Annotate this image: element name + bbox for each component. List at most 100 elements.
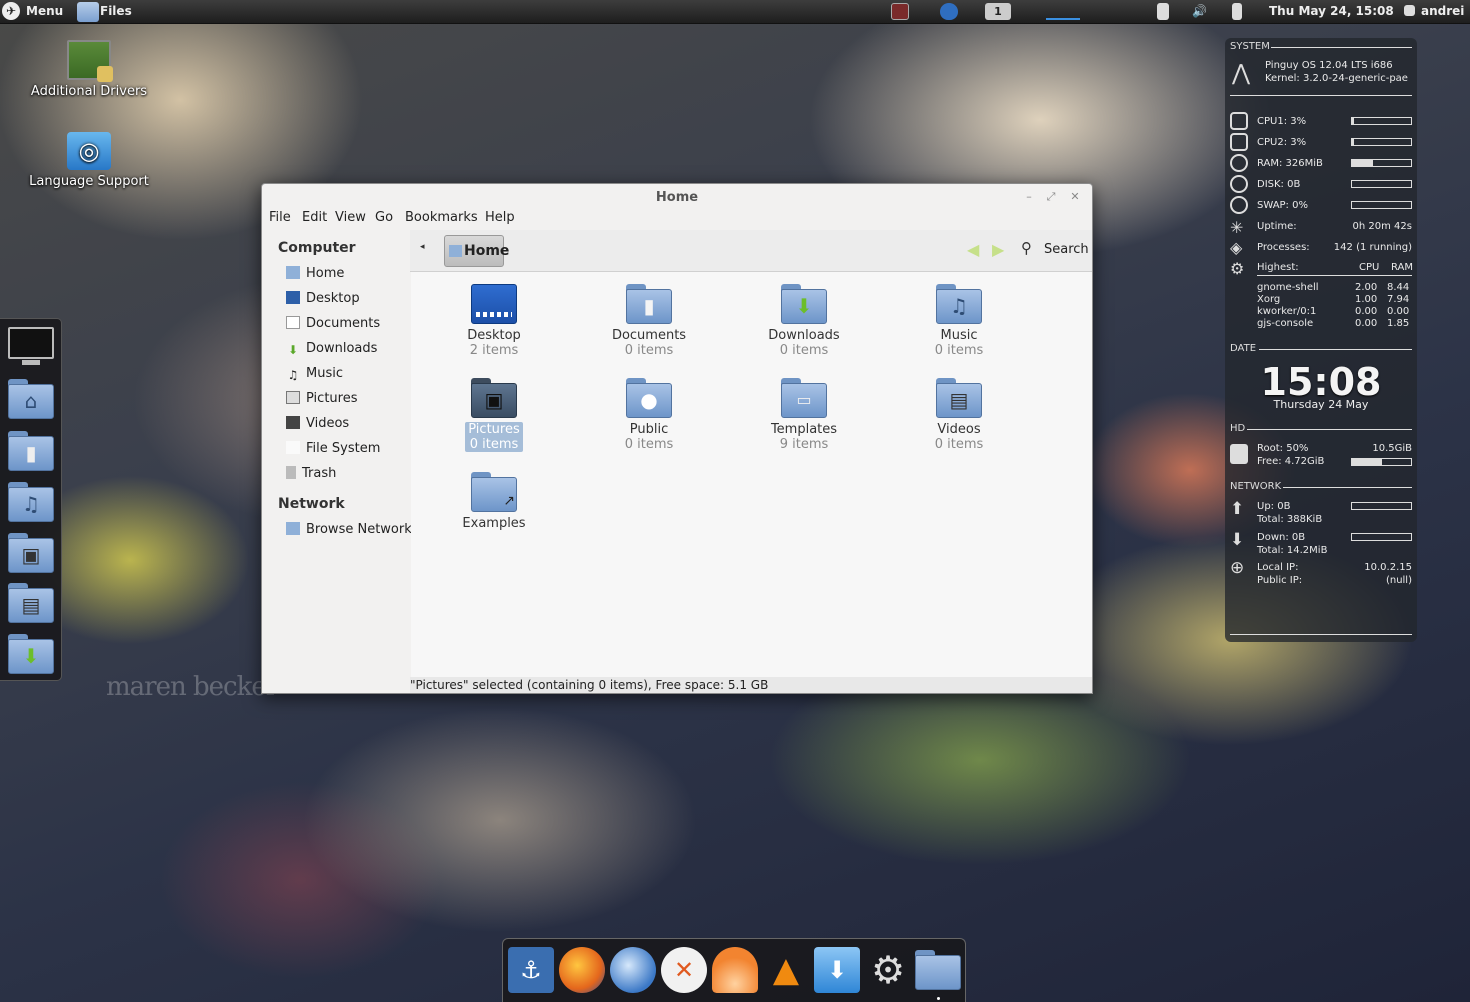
- file-name: Documents: [611, 328, 687, 343]
- back-arrow-icon[interactable]: ◀: [967, 240, 979, 259]
- settings-gear-icon[interactable]: ⚙: [865, 947, 911, 993]
- disk-icon: [1230, 175, 1248, 193]
- conky-uptime-label: Uptime:: [1257, 221, 1297, 232]
- file-item-downloads[interactable]: ⬇ Downloads 0 items: [744, 284, 864, 358]
- thunderbird-icon[interactable]: [610, 947, 656, 993]
- screen-recorder-icon[interactable]: [891, 3, 909, 20]
- driver-board-icon: [67, 40, 113, 82]
- proc-ram: 0.00: [1387, 306, 1410, 317]
- chat-icon[interactable]: ✕: [661, 947, 707, 993]
- path-left-arrow-icon[interactable]: ◂: [420, 242, 425, 252]
- active-app-label[interactable]: Files: [100, 0, 132, 24]
- proc-name: Xorg: [1257, 294, 1281, 305]
- sidebar-item-browse-network[interactable]: Browse Network: [286, 520, 412, 540]
- sidebar-item-documents[interactable]: Documents: [286, 314, 380, 334]
- anchor-icon[interactable]: ⚓: [508, 947, 554, 993]
- home-folder-icon[interactable]: ⌂: [8, 379, 54, 419]
- volume-icon[interactable]: 🔊: [1192, 0, 1207, 24]
- conky-divider: [1247, 429, 1412, 430]
- user-name[interactable]: andrei: [1421, 0, 1464, 24]
- files-folder-icon[interactable]: [915, 947, 961, 993]
- menu-help[interactable]: Help: [485, 210, 515, 225]
- menu-bookmarks[interactable]: Bookmarks: [405, 210, 478, 225]
- vlc-cone-icon[interactable]: ▲: [763, 947, 809, 993]
- pictures-folder-icon[interactable]: ▣: [8, 533, 54, 573]
- menu-view[interactable]: View: [335, 210, 366, 225]
- window-title[interactable]: Home: [262, 184, 1092, 212]
- download-graph: [1351, 533, 1412, 541]
- sidebar-header-network: Network: [278, 496, 345, 512]
- sidebar-item-desktop[interactable]: Desktop: [286, 289, 360, 309]
- shield-icon[interactable]: [940, 3, 958, 20]
- minimize-icon[interactable]: –: [1022, 190, 1036, 204]
- conky-swap: SWAP: 0%: [1257, 200, 1308, 211]
- sidebar-item-home[interactable]: Home: [286, 264, 344, 284]
- file-item-videos[interactable]: ▤ Videos 0 items: [899, 378, 1019, 452]
- files-app-icon[interactable]: [77, 2, 99, 22]
- menu-button[interactable]: Menu: [26, 0, 63, 24]
- upload-arrow-icon: ⬆: [1230, 499, 1245, 519]
- user-icon[interactable]: [1404, 5, 1415, 16]
- clock-datetime[interactable]: Thu May 24, 15:08: [1269, 0, 1394, 24]
- sidebar-item-file-system[interactable]: File System: [286, 439, 380, 459]
- file-item-desktop[interactable]: Desktop 2 items: [434, 284, 554, 358]
- file-item-documents[interactable]: ▮ Documents 0 items: [589, 284, 709, 358]
- conky-root: Root: 50%: [1257, 443, 1309, 454]
- workspace-indicator[interactable]: 1: [985, 3, 1011, 20]
- conky-up: Up: 0B: [1257, 501, 1291, 512]
- menu-file[interactable]: File: [269, 210, 291, 225]
- desktop-icon-additional-drivers[interactable]: Additional Drivers: [19, 40, 159, 99]
- menu-go[interactable]: Go: [375, 210, 393, 225]
- root-usage-bar: [1351, 458, 1412, 466]
- firefox-icon[interactable]: [559, 947, 605, 993]
- desktop-icon-language-support[interactable]: ◎ Language Support: [19, 132, 159, 189]
- monitor-icon[interactable]: [8, 327, 54, 367]
- root-bar-fill: [1352, 459, 1382, 465]
- conky-processes: 142 (1 running): [1333, 242, 1412, 253]
- menu-edit[interactable]: Edit: [302, 210, 327, 225]
- desktop-icon: [286, 291, 300, 304]
- music-note-icon: ♫: [287, 368, 299, 382]
- file-item-music[interactable]: ♫ Music 0 items: [899, 284, 1019, 358]
- conky-ram-col: RAM: [1391, 262, 1414, 273]
- close-icon[interactable]: ✕: [1068, 190, 1082, 204]
- sidebar-header-computer: Computer: [278, 240, 356, 256]
- search-button[interactable]: Search: [1044, 242, 1089, 257]
- search-icon[interactable]: ⚲: [1021, 239, 1032, 257]
- network-icon: [286, 522, 300, 535]
- network-status-icon[interactable]: [1232, 3, 1242, 20]
- sidebar-item-trash[interactable]: Trash: [286, 464, 336, 484]
- downloads-folder-icon[interactable]: ⬇: [8, 634, 54, 674]
- file-item-pictures[interactable]: ▣ Pictures 0 items: [434, 378, 554, 452]
- conky-date: Thursday 24 May: [1273, 398, 1369, 411]
- download-icon[interactable]: ⬇: [814, 947, 860, 993]
- file-item-examples[interactable]: ↗ Examples: [434, 472, 554, 531]
- file-name: Downloads: [768, 328, 840, 343]
- wallpaper-watermark: maren becker: [106, 672, 278, 702]
- film-icon: [286, 416, 300, 429]
- globe-icon: ⊕: [1230, 558, 1245, 578]
- sidebar-item-downloads[interactable]: ⬇ Downloads: [286, 339, 377, 359]
- selection-highlight: Pictures 0 items: [465, 422, 523, 452]
- music-folder-icon[interactable]: ♫: [8, 482, 54, 522]
- path-button-home[interactable]: Home: [444, 235, 509, 267]
- sidebar-item-videos[interactable]: Videos: [286, 414, 349, 434]
- documents-folder-icon[interactable]: ▮: [8, 431, 54, 471]
- orange-slice-icon[interactable]: [712, 947, 758, 993]
- maximize-icon[interactable]: ⤢: [1044, 190, 1058, 204]
- proc-ram: 7.94: [1387, 294, 1410, 305]
- network-graph-icon[interactable]: [1046, 3, 1080, 20]
- forward-arrow-icon[interactable]: ▶: [992, 240, 1004, 259]
- videos-folder-icon[interactable]: ▤: [8, 583, 54, 623]
- sidebar-item-music[interactable]: ♫ Music: [286, 364, 343, 384]
- file-item-templates[interactable]: ▭ Templates 9 items: [744, 378, 864, 452]
- pinguy-logo-icon: ⋀: [1232, 61, 1251, 86]
- clipboard-icon[interactable]: [1157, 3, 1169, 20]
- download-arrow-icon: ⬇: [287, 343, 299, 357]
- file-view: Desktop 2 items ▮ Documents 0 items ⬇ Do…: [411, 272, 1092, 677]
- file-item-public[interactable]: ● Public 0 items: [589, 378, 709, 452]
- upload-graph: [1351, 502, 1412, 510]
- documents-folder-icon: ▮: [626, 284, 672, 324]
- sidebar-item-pictures[interactable]: Pictures: [286, 389, 357, 409]
- menu-logo-icon[interactable]: ✈: [2, 2, 20, 20]
